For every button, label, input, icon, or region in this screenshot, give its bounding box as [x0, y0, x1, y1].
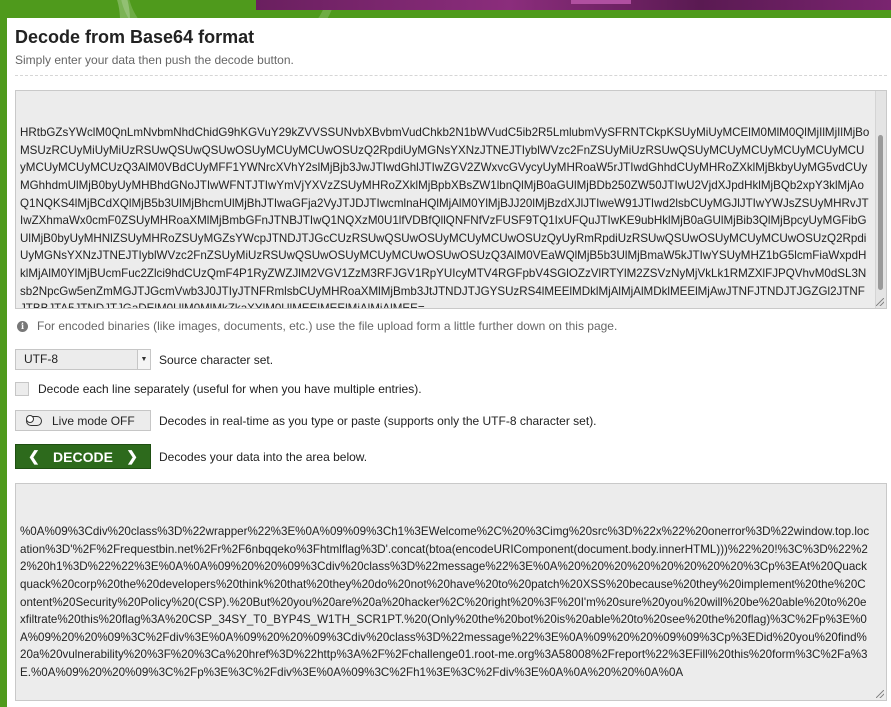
charset-label: Source character set. [159, 352, 274, 367]
chevron-right-icon: ❯ [126, 448, 138, 464]
background-swirl [0, 0, 130, 18]
decode-description: Decodes your data into the area below. [159, 449, 368, 464]
top-banner [0, 0, 891, 18]
resize-handle-icon[interactable] [876, 690, 884, 698]
separate-lines-row: Decode each line separately (useful for … [15, 382, 422, 396]
chevron-left-icon: ❮ [28, 448, 40, 464]
input-textarea[interactable]: HRtbGZsYWclM0QnLmNvbmNhdChidG9hKGVuY29kZ… [15, 90, 887, 309]
live-mode-button[interactable]: Live mode OFF [15, 410, 151, 431]
input-text: HRtbGZsYWclM0QnLmNvbmNhdChidG9hKGVuY29kZ… [20, 126, 870, 309]
ad-banner[interactable] [256, 0, 891, 10]
decode-button[interactable]: ❮ DECODE ❯ [15, 444, 151, 469]
output-text: %0A%09%3Cdiv%20class%3D%22wrapper%22%3E%… [20, 525, 870, 679]
charset-value: UTF-8 [24, 352, 58, 366]
input-scrollbar[interactable] [875, 91, 886, 308]
info-icon: i [17, 320, 28, 332]
decode-button-label: DECODE [53, 448, 113, 465]
output-textarea[interactable]: %0A%09%3Cdiv%20class%3D%22wrapper%22%3E%… [15, 483, 887, 701]
decode-row: ❮ DECODE ❯ Decodes your data into the ar… [15, 444, 367, 469]
divider [15, 75, 887, 76]
chevron-down-icon[interactable]: ▼ [137, 350, 150, 369]
separate-lines-checkbox[interactable] [15, 382, 29, 396]
live-mode-label: Live mode OFF [52, 413, 135, 428]
info-text: For encoded binaries (like images, docum… [37, 319, 618, 333]
charset-select[interactable]: UTF-8 ▼ [15, 349, 151, 370]
resize-handle-icon[interactable] [876, 298, 884, 306]
page-subtitle: Simply enter your data then push the dec… [15, 53, 294, 67]
live-mode-row: Live mode OFF Decodes in real-time as yo… [15, 410, 597, 431]
decode-panel: Decode from Base64 format Simply enter y… [7, 18, 891, 707]
scrollbar-thumb[interactable] [878, 135, 883, 290]
charset-row: UTF-8 ▼ Source character set. [15, 349, 273, 370]
info-note: i For encoded binaries (like images, doc… [17, 319, 617, 333]
separate-lines-label[interactable]: Decode each line separately (useful for … [38, 382, 422, 396]
live-mode-description: Decodes in real-time as you type or past… [159, 413, 597, 428]
toggle-icon [25, 415, 42, 426]
page-title: Decode from Base64 format [15, 27, 255, 47]
